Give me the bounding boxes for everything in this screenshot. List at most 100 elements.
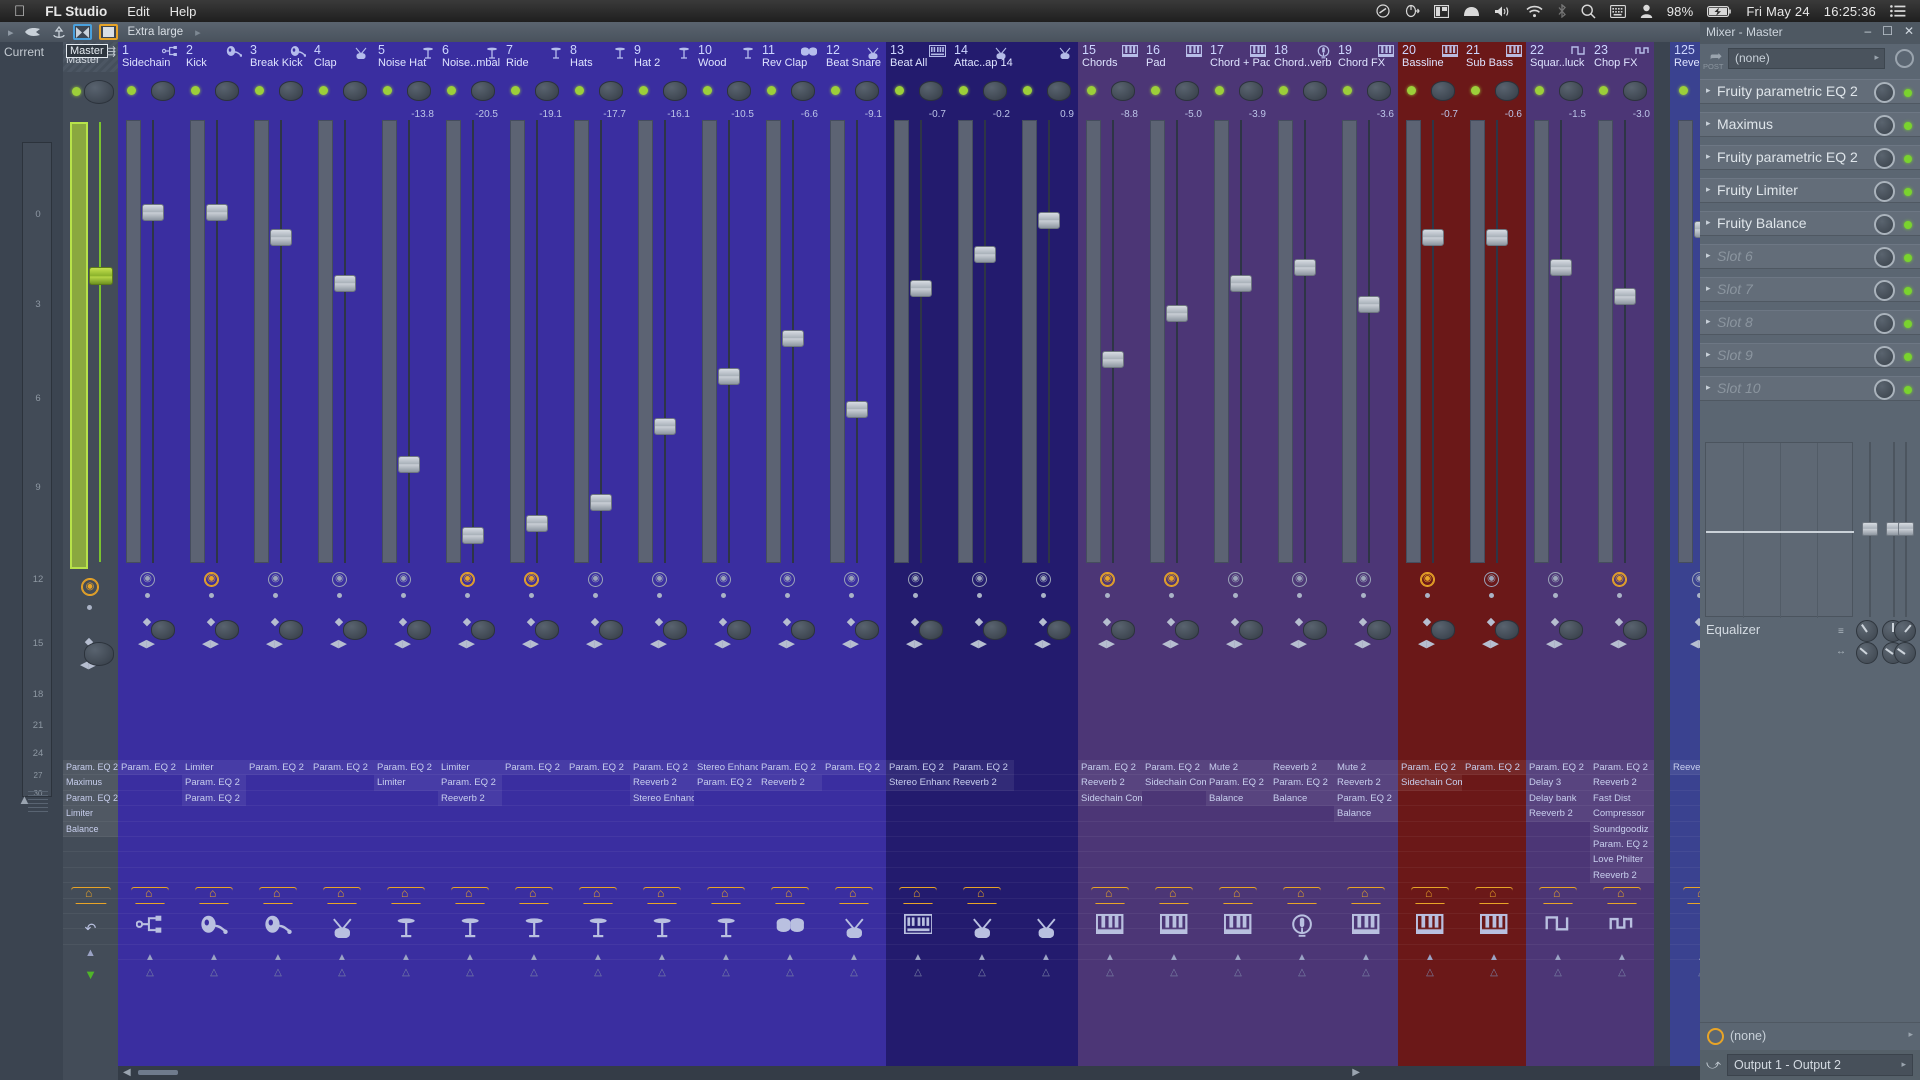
track-pan-icon[interactable]: ◀▶ (842, 637, 859, 650)
track-caret-down-icon[interactable]: △ (438, 967, 502, 978)
plugin-slot[interactable]: ▸ Slot 10 (1700, 376, 1920, 401)
track-header[interactable]: 18 Chord..verb (1270, 42, 1334, 72)
track-fx-slot[interactable] (758, 852, 822, 868)
search-icon[interactable] (1581, 3, 1596, 19)
track-send-arrow[interactable] (259, 887, 297, 904)
chevron-right-icon[interactable]: ▸ (1706, 250, 1711, 261)
equalizer-display[interactable] (1705, 442, 1854, 618)
master-fader-track[interactable] (99, 122, 101, 562)
track-fx-slot[interactable]: Mute 2 (1334, 760, 1398, 776)
track-fx-slot[interactable] (1334, 868, 1398, 884)
track-fx-slot[interactable] (822, 791, 886, 807)
mixer-track[interactable]: 1Sidechain◉◆◀▶Param. EQ 2▲△ (118, 42, 182, 1080)
track-fx-slot[interactable]: Param. EQ 2 (1398, 760, 1462, 776)
chevron-right-icon[interactable]: ▸ (1706, 316, 1711, 327)
track-fx-slot[interactable] (1078, 868, 1142, 884)
mixer-track[interactable]: 23 Chop FX -3.0 ◉ ◆ ◀▶ Param. EQ 2 Reeverb 2 Fas… (1590, 42, 1654, 1080)
track-fx-slot[interactable] (1398, 822, 1462, 837)
track-fx-slot[interactable] (310, 868, 374, 884)
track-fader-track[interactable] (664, 120, 666, 563)
track-pan-knob[interactable] (1303, 620, 1327, 640)
plugin-mix-knob[interactable] (1874, 82, 1895, 103)
plugin-mix-knob[interactable] (1874, 346, 1895, 367)
track-header[interactable]: 125Rever..Send (1670, 42, 1700, 72)
track-fx-slot[interactable]: Balance (1270, 790, 1334, 807)
track-volume-knob[interactable] (919, 81, 943, 101)
chevron-right-icon[interactable]: ▸ (1706, 283, 1711, 294)
menu-edit[interactable]: Edit (127, 4, 149, 19)
keyboard-input-icon[interactable] (1609, 4, 1626, 18)
track-record-button[interactable]: ◉ (1420, 572, 1435, 587)
track-fx-slot[interactable] (182, 806, 246, 822)
eq-high-width-knob[interactable] (1894, 642, 1916, 664)
track-fx-slot[interactable]: Param. EQ 2 (182, 775, 246, 791)
track-enable-led[interactable] (1215, 86, 1224, 95)
track-enable-led[interactable] (127, 86, 136, 95)
track-pan-knob[interactable] (1239, 620, 1263, 640)
track-send-arrow[interactable] (899, 887, 937, 904)
track-fx-slot[interactable] (822, 837, 886, 853)
track-record-button[interactable]: ◉ (1100, 572, 1115, 587)
track-fx-slot[interactable] (1398, 852, 1462, 868)
track-caret-down-icon[interactable]: △ (246, 967, 310, 978)
track-volume-knob[interactable] (279, 81, 303, 101)
track-fx-slot[interactable] (310, 791, 374, 807)
track-enable-led[interactable] (191, 86, 200, 95)
track-fx-slot[interactable] (1462, 806, 1526, 822)
track-fx-slot[interactable] (1462, 791, 1526, 807)
track-fx-slot[interactable] (566, 806, 630, 822)
track-fx-slot[interactable] (886, 822, 950, 837)
track-fx-slot[interactable] (118, 791, 182, 807)
track-fx-slot[interactable]: Param. EQ 2 (1462, 760, 1526, 776)
track-fx-slot[interactable]: Reeverb 2 (758, 775, 822, 791)
track-caret-down-icon[interactable]: △ (630, 967, 694, 978)
track-fx-slot[interactable] (1398, 837, 1462, 853)
track-volume-knob[interactable] (599, 81, 623, 101)
track-fx-slot[interactable]: Param. EQ 2 (1270, 775, 1334, 791)
track-caret-down-icon[interactable]: △ (1526, 967, 1590, 978)
track-fx-slot[interactable] (630, 852, 694, 868)
track-enable-led[interactable] (895, 86, 904, 95)
track-fx-slot[interactable]: Reeverb 2 (1670, 760, 1700, 776)
track-fx-slot[interactable]: Param. EQ 2 (1142, 760, 1206, 776)
track-fader-track[interactable] (216, 120, 218, 563)
track-send-arrow[interactable] (451, 887, 489, 904)
track-volume-knob[interactable] (1047, 81, 1071, 101)
track-enable-led[interactable] (1151, 86, 1160, 95)
track-fx-slot[interactable] (438, 852, 502, 868)
master-fx-slot[interactable]: Maximus (63, 775, 118, 791)
track-volume-knob[interactable] (983, 81, 1007, 101)
track-name[interactable]: Sub Bass (1466, 57, 1526, 69)
track-header[interactable]: 15 Chords (1078, 42, 1142, 72)
track-pan-knob[interactable] (663, 620, 687, 640)
track-enable-led[interactable] (831, 86, 840, 95)
track-pan-icon[interactable]: ◀▶ (522, 637, 539, 650)
track-fx-slot[interactable] (758, 837, 822, 853)
track-name[interactable]: Chord + Pad (1210, 57, 1270, 69)
track-fx-slot[interactable] (310, 806, 374, 822)
track-fader-track[interactable] (1176, 120, 1178, 563)
track-volume-knob[interactable] (1495, 81, 1519, 101)
master-caret-down-icon[interactable]: ▼ (63, 967, 118, 982)
track-fx-slot[interactable] (1462, 837, 1526, 853)
track-fx-slot[interactable]: Param. EQ 2 (246, 760, 310, 776)
track-caret-up-icon[interactable]: ▲ (1078, 952, 1142, 963)
track-fx-slot[interactable]: Param. EQ 2 (182, 790, 246, 807)
track-fx-slot[interactable] (374, 791, 438, 807)
track-record-button[interactable]: ◉ (588, 572, 603, 587)
track-record-button[interactable]: ◉ (1692, 572, 1700, 587)
track-fx-slot[interactable]: Sidechain Comp (1398, 775, 1462, 791)
track-fx-slot[interactable] (1270, 806, 1334, 822)
track-fx-slot[interactable] (1526, 822, 1590, 837)
track-enable-led[interactable] (1343, 86, 1352, 95)
bluetooth-icon[interactable] (1557, 4, 1567, 18)
plugin-mix-knob[interactable] (1874, 214, 1895, 235)
track-fx-slot[interactable] (1526, 837, 1590, 853)
mouse-icon[interactable] (1404, 4, 1420, 18)
track-volume-knob[interactable] (407, 81, 431, 101)
track-header[interactable]: 1 Sidechain (118, 42, 182, 72)
track-pan-knob[interactable] (535, 620, 559, 640)
scrollbar-thumb[interactable] (138, 1070, 178, 1075)
mixer-track[interactable]: 6 Noise..mbal -20.5 ◉ ◆ ◀▶ Limiter Param. EQ 2R… (438, 42, 502, 1080)
track-send-arrow[interactable] (1155, 887, 1193, 904)
